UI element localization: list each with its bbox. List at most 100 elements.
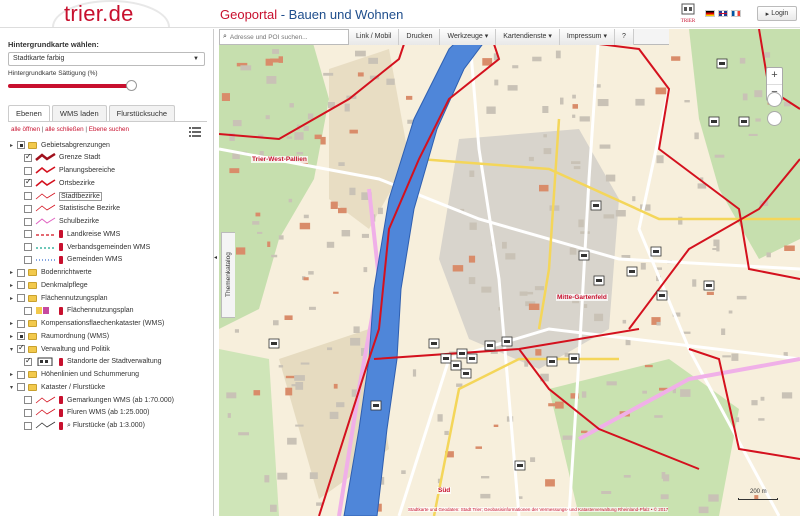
layer-info-icon[interactable] [59,396,63,404]
layer-info-icon[interactable] [59,357,63,366]
english-flag-icon[interactable] [718,10,728,17]
expand-toggle-icon[interactable]: ▸ [10,295,17,302]
tree-layer-row[interactable]: Schulbezirke [24,216,99,228]
expand-toggle-icon[interactable]: ▾ [10,384,17,391]
scale-bar: 200 m [738,489,778,500]
slider-thumb[interactable] [126,80,137,91]
layer-info-icon[interactable] [59,255,63,264]
home-extent-button[interactable] [767,92,782,107]
list-view-icon[interactable] [189,127,201,137]
tree-layer-row[interactable]: Planungsbereiche [24,165,115,177]
tree-layer-row[interactable]: Landkreise WMS [24,228,120,240]
tree-layer-row[interactable]: Statistische Bezirke [24,203,120,215]
expand-toggle-icon[interactable]: ▸ [10,282,17,289]
expand-toggle-icon[interactable]: ▾ [10,346,17,353]
imprint-menu-button[interactable]: Impressum ▾ [559,29,615,45]
layer-checkbox[interactable] [17,345,25,353]
expand-toggle-icon[interactable]: ▸ [10,371,17,378]
layer-info-icon[interactable] [59,306,63,315]
layer-checkbox[interactable] [24,243,32,251]
layer-checkbox[interactable] [24,217,32,226]
layer-checkbox[interactable] [17,332,25,341]
link-mobile-button[interactable]: Link / Mobil [349,29,400,45]
help-button[interactable]: ? [614,29,634,45]
tree-layer-row[interactable]: Stadtbezirke [24,190,102,202]
layer-checkbox[interactable] [17,141,25,149]
tree-layer-row[interactable]: Ortsbezirke [24,177,95,189]
layer-info-icon[interactable] [59,230,63,239]
link-open-all[interactable]: alle öffnen [11,126,40,133]
tree-layer-row[interactable]: Standorte der Stadtverwaltung [24,356,162,368]
tree-group-row[interactable]: ▸ Flächennutzungsplan [10,292,108,304]
login-button[interactable]: ▸ Login [757,6,797,21]
trier-emblem-icon[interactable]: TRIER [676,3,700,24]
layer-checkbox[interactable] [17,319,25,328]
legend-symbol-icon [35,396,56,403]
tree-group-row[interactable]: ▾ Kataster / Flurstücke [10,381,105,393]
zoom-in-button[interactable]: + [767,68,782,84]
layer-checkbox[interactable] [24,192,32,200]
tree-group-row[interactable]: ▸ Denkmalpflege [10,279,88,291]
layer-checkbox[interactable] [24,306,32,315]
layer-checkbox[interactable] [17,383,25,392]
tree-layer-row[interactable]: Gemeinden WMS [24,254,122,266]
german-flag-icon[interactable] [705,10,715,17]
marker-glyph [469,357,475,360]
map-copyright[interactable]: Stadtkarte und Geodaten: Stadt Trier; Ge… [408,507,669,512]
themenkatalog-toggle[interactable]: Themenkatalog [221,232,235,318]
tree-layer-row[interactable]: ⌕ Flurstücke (ab 1:3.000) [24,420,145,432]
address-search[interactable]: ⌕ [219,29,349,45]
tab-flurstuecksuche[interactable]: Flurstücksuche [108,105,176,121]
saturation-slider[interactable] [8,80,137,92]
map-services-menu-button[interactable]: Kartendienste ▾ [496,29,560,45]
tree-group-row[interactable]: ▾ Verwaltung und Politik [10,343,110,355]
layer-checkbox[interactable] [24,153,32,162]
marker-glyph [459,352,465,355]
layer-checkbox[interactable] [24,421,32,430]
search-input[interactable] [229,33,340,41]
tree-layer-row[interactable]: Grenze Stadt [24,152,100,164]
tree-group-row[interactable]: ▸ Gebietsabgrenzungen [10,139,110,151]
tools-menu-button[interactable]: Werkzeuge ▾ [440,29,497,45]
tree-layer-row[interactable]: Fluren WMS (ab 1:25.000) [24,407,149,419]
expand-toggle-icon[interactable]: ▸ [10,333,17,340]
layer-info-icon[interactable] [59,243,63,251]
layer-checkbox[interactable] [24,230,32,239]
tree-group-row[interactable]: ▸ Bodenrichtwerte [10,267,92,279]
layer-checkbox[interactable] [24,166,32,175]
tree-group-row[interactable]: ▸ Raumordnung (WMS) [10,330,109,342]
layer-checkbox[interactable] [24,255,32,264]
layer-checkbox[interactable] [24,204,32,213]
trier-logo[interactable]: trier.de [64,1,134,27]
background-map-select[interactable]: Stadtkarte farbig ▼ [8,52,205,66]
expand-toggle-icon[interactable]: ▸ [10,142,17,149]
sidebar-collapse-handle[interactable]: ◂ [214,254,218,262]
tree-layer-row[interactable]: Flächennutzungsplan [24,305,134,317]
layer-info-icon[interactable] [59,408,63,417]
map-canvas[interactable]: Trier-West-Pallien Mitte-Gartenfeld Süd [219,29,800,516]
expand-toggle-icon[interactable]: ▸ [10,320,17,327]
layer-checkbox[interactable] [24,357,32,366]
layer-checkbox[interactable] [24,179,32,188]
layer-checkbox[interactable] [24,408,32,417]
layer-info-icon[interactable] [59,421,63,430]
french-flag-icon[interactable] [731,10,741,17]
layer-checkbox[interactable] [24,396,32,404]
link-close-all[interactable]: alle schließen [45,126,84,133]
tree-layer-row[interactable]: Gemarkungen WMS (ab 1:70.000) [24,394,174,406]
district-label-west: Trier-West-Pallien [251,156,308,163]
tab-ebenen[interactable]: Ebenen [8,105,50,122]
layer-checkbox[interactable] [17,281,25,290]
tree-layer-row[interactable]: Verbandsgemeinden WMS [24,241,150,253]
compass-icon[interactable] [767,111,782,126]
tree-group-row[interactable]: ▸ Kompensationsflaechenkataster (WMS) [10,318,164,330]
tree-group-row[interactable]: ▸ Höhenlinien und Schummerung [10,369,139,381]
layer-checkbox[interactable] [17,294,25,302]
link-search-layer[interactable]: Ebene suchen [89,126,129,133]
layer-checkbox[interactable] [17,268,25,277]
print-button[interactable]: Drucken [399,29,441,45]
expand-toggle-icon[interactable]: ▸ [10,269,17,276]
tab-wms-laden[interactable]: WMS laden [51,105,107,121]
layer-checkbox[interactable] [17,370,25,379]
magnifier-icon[interactable]: ⌕ [67,422,71,430]
